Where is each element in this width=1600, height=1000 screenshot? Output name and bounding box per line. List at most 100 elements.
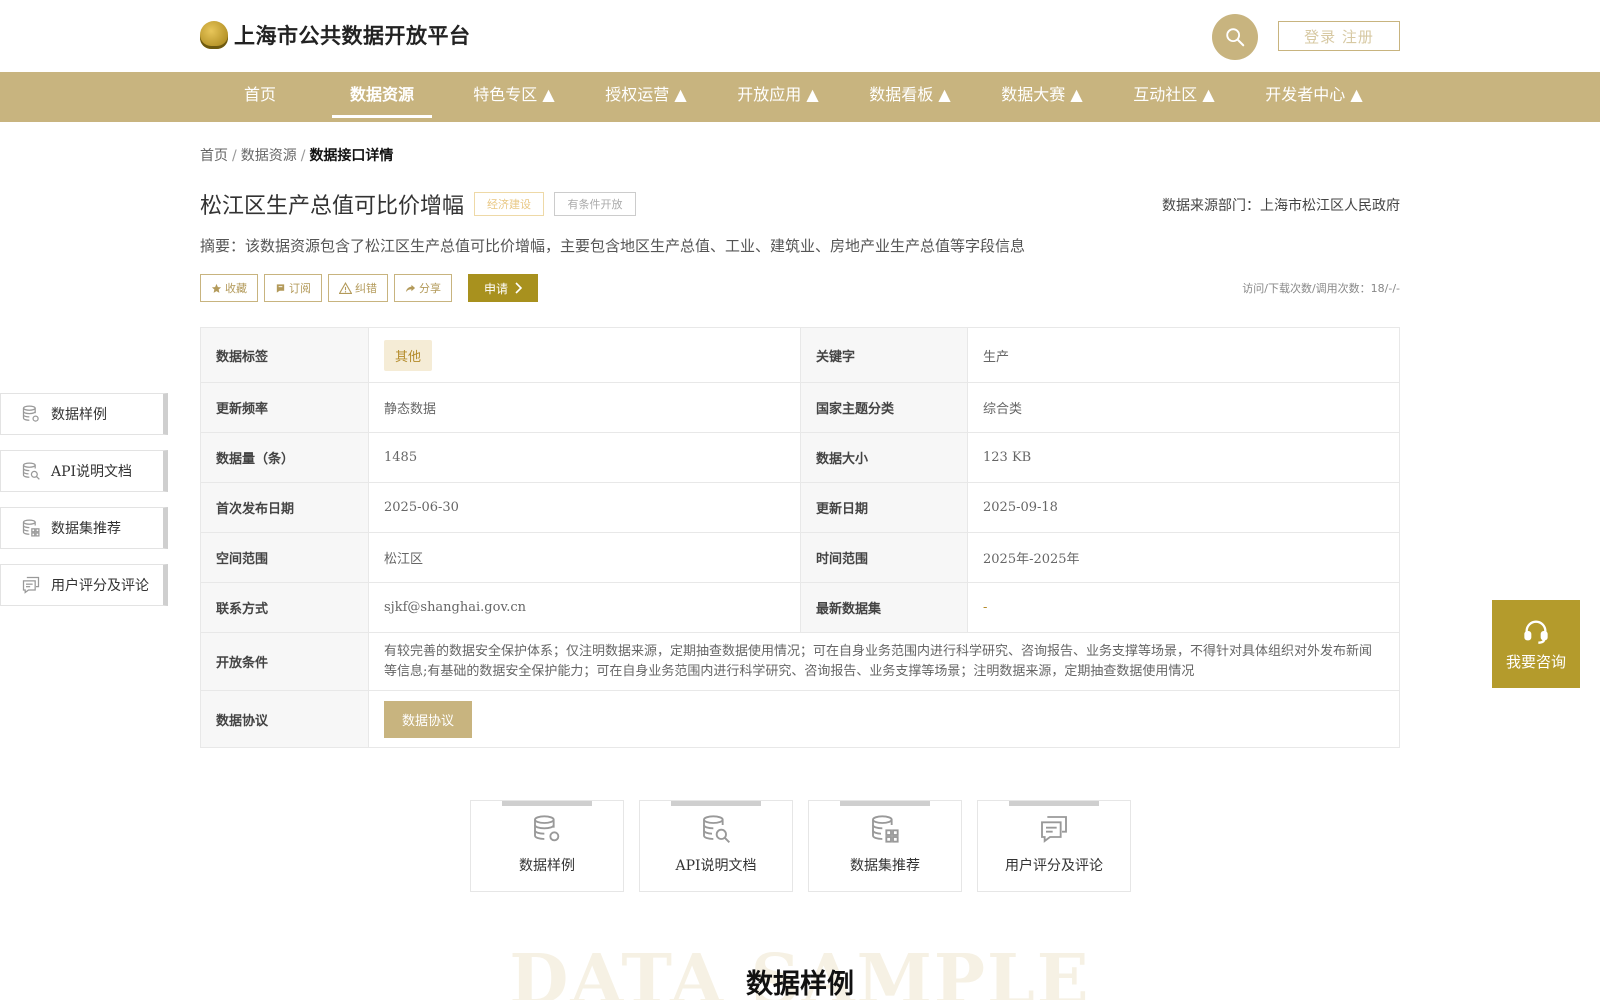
field-value: 数据协议 [368,690,1400,748]
site-title: 上海市公共数据开放平台 [234,24,471,48]
database-grid-icon [872,815,899,843]
apply-button[interactable]: 申请 [468,274,539,302]
favorite-label: 收藏 [225,282,247,295]
nav-home[interactable]: 首页 [230,72,290,122]
dataset-title: 松江区生产总值可比价增幅 [200,194,465,219]
breadcrumb-home[interactable]: 首页 [200,148,228,164]
field-value: 2025-09-18 [967,482,1400,533]
open-conditions-text: 有较完善的数据安全保护体系；仅注明数据来源，定期抽查数据使用情况；可在自身业务范… [368,632,1400,691]
star-icon [211,283,222,293]
data-source-department: 数据来源部门：上海市松江区人民政府 [1162,198,1400,214]
consult-button[interactable]: 我要咨询 [1492,600,1580,688]
side-item-api-docs[interactable]: API说明文档 [0,450,168,492]
share-icon [405,284,416,292]
comment-icon [1041,816,1067,843]
field-label: 空间范围 [200,532,369,583]
favorite-button[interactable]: 收藏 [200,274,258,302]
search-icon [1226,28,1245,47]
breadcrumb-separator: / [232,148,237,164]
top-header: 上海市公共数据开放平台 登录 注册 [0,0,1600,72]
tab-dataset-recommend[interactable]: 数据集推荐 [808,800,962,892]
tab-data-sample[interactable]: 数据样例 [470,800,624,892]
side-anchor-nav: 数据样例 API说明文档 数据集推荐 用户评分及评论 [0,393,168,621]
side-item-label: 数据集推荐 [51,521,121,537]
tab-ratings-comments[interactable]: 用户评分及评论 [977,800,1131,892]
tab-label: API说明文档 [675,858,757,874]
tab-indicator [671,801,761,806]
contact-email: sjkf@shanghai.gov.cn [368,582,801,633]
field-label: 数据量（条） [200,432,369,483]
action-bar: 收藏 订阅 纠错 分享 申请 [200,274,539,302]
field-label: 首次发布日期 [200,482,369,533]
side-item-data-sample[interactable]: 数据样例 [0,393,168,435]
site-logo[interactable]: 上海市公共数据开放平台 [200,20,471,50]
table-row: 数据量（条） 1485 数据大小 123 KB [200,432,1400,483]
field-value: 其他 [368,327,801,383]
database-search-icon [22,462,40,480]
data-tag-chip[interactable]: 其他 [384,339,433,371]
comment-icon [22,576,40,594]
field-value: 生产 [967,327,1400,383]
database-search-icon [703,815,730,843]
breadcrumb-separator: / [300,148,306,164]
consult-label: 我要咨询 [1505,652,1566,671]
side-item-label: 数据样例 [51,407,107,423]
share-label: 分享 [419,282,441,295]
field-label: 更新频率 [200,382,369,433]
database-gear-icon [22,405,39,422]
share-button[interactable]: 分享 [394,274,452,302]
tab-api-docs[interactable]: API说明文档 [639,800,793,892]
tab-label: 数据集推荐 [850,858,920,874]
table-row: 空间范围 松江区 时间范围 2025年-2025年 [200,532,1400,583]
report-error-button[interactable]: 纠错 [328,274,388,302]
field-value: 1485 [368,432,801,483]
tab-indicator [840,801,930,806]
nav-special-zone[interactable]: 特色专区 ▲ [464,72,564,122]
login-register-button[interactable]: 登录 注册 [1278,21,1400,51]
field-label: 关键字 [800,327,968,383]
subscribe-button[interactable]: 订阅 [264,274,322,302]
data-protocol-button[interactable]: 数据协议 [384,700,473,738]
field-label: 开放条件 [200,632,369,691]
apply-label: 申请 [484,281,509,296]
bookmark-icon [276,283,285,293]
latest-dataset-link[interactable]: - [967,582,1400,633]
table-row: 首次发布日期 2025-06-30 更新日期 2025-09-18 [200,482,1400,533]
category-tag: 经济建设 [474,192,544,216]
database-grid-icon [22,519,40,537]
tab-label: 用户评分及评论 [1005,858,1103,874]
table-row: 数据协议 数据协议 [200,690,1400,748]
breadcrumb-data-resources[interactable]: 数据资源 [241,148,297,164]
nav-data-contest[interactable]: 数据大赛 ▲ [992,72,1092,122]
breadcrumb: 首页 / 数据资源 / 数据接口详情 [200,145,393,165]
field-label: 联系方式 [200,582,369,633]
field-value: 松江区 [368,532,801,583]
nav-open-apps[interactable]: 开放应用 ▲ [728,72,828,122]
field-value: 123 KB [967,432,1400,483]
field-label: 数据协议 [200,690,369,748]
table-row: 更新频率 静态数据 国家主题分类 综合类 [200,382,1400,433]
tab-indicator [502,801,592,806]
field-value: 2025-06-30 [368,482,801,533]
dataset-summary: 摘要：该数据资源包含了松江区生产总值可比价增幅，主要包含地区生产总值、工业、建筑… [200,237,1026,255]
nav-developer-center[interactable]: 开发者中心 ▲ [1256,72,1372,122]
field-label: 最新数据集 [800,582,968,633]
side-item-ratings-comments[interactable]: 用户评分及评论 [0,564,168,606]
nav-community[interactable]: 互动社区 ▲ [1124,72,1224,122]
field-label: 时间范围 [800,532,968,583]
field-label: 数据标签 [200,327,369,383]
field-label: 数据大小 [800,432,968,483]
nav-authorized-operation[interactable]: 授权运营 ▲ [596,72,696,122]
field-label: 国家主题分类 [800,382,968,433]
nav-data-dashboard[interactable]: 数据看板 ▲ [860,72,960,122]
side-item-dataset-recommend[interactable]: 数据集推荐 [0,507,168,549]
database-gear-icon [534,815,560,842]
headset-icon [1524,620,1548,644]
table-row: 开放条件 有较完善的数据安全保护体系；仅注明数据来源，定期抽查数据使用情况；可在… [200,632,1400,691]
nav-data-resources[interactable]: 数据资源 [332,72,432,122]
side-item-label: API说明文档 [51,464,133,480]
side-item-label: 用户评分及评论 [51,578,149,594]
field-value: 2025年-2025年 [967,532,1400,583]
open-level-tag: 有条件开放 [554,192,636,216]
search-button[interactable] [1212,14,1258,60]
